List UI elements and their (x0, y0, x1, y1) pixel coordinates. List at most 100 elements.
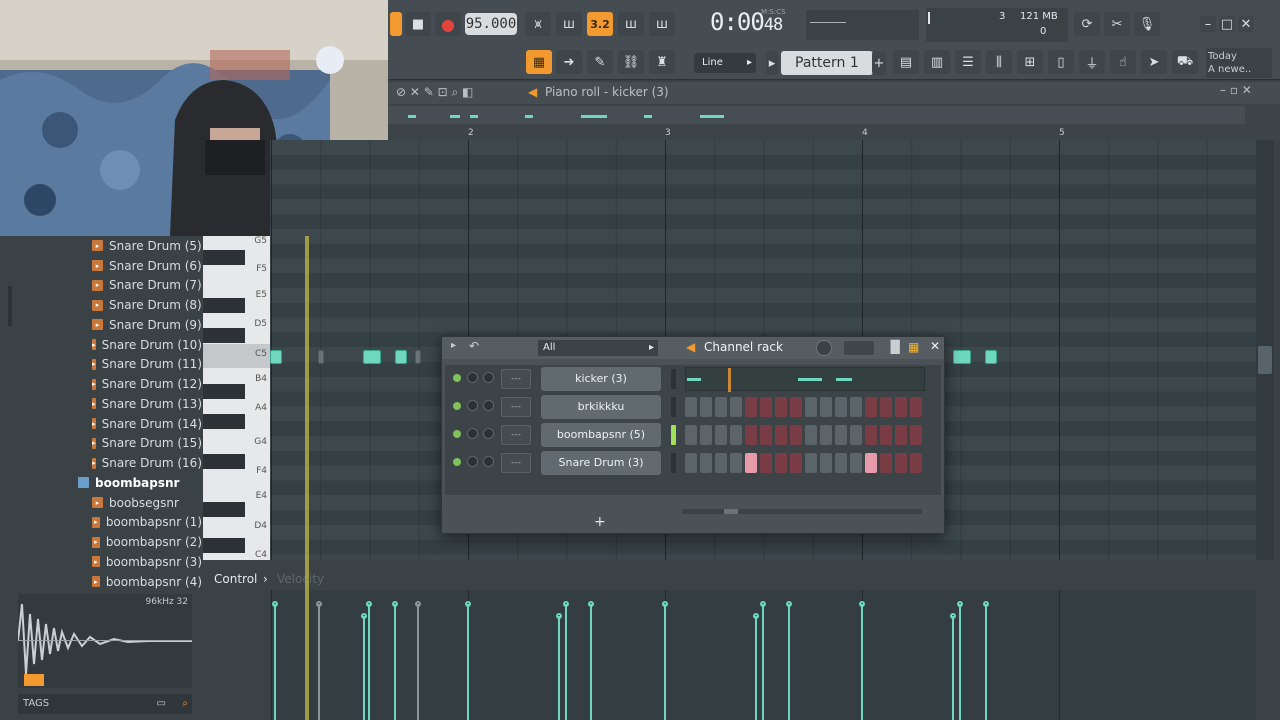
channel-rack-button[interactable]: ☰ (955, 50, 981, 74)
step-button[interactable] (730, 425, 742, 445)
channel-filter-select[interactable]: All ▸ (538, 340, 658, 356)
note[interactable] (395, 350, 407, 364)
note[interactable] (953, 350, 971, 364)
browser-file[interactable]: ▸ Snare Drum (8) (0, 295, 202, 315)
step-button[interactable] (730, 397, 742, 417)
browser-folder[interactable]: boombapsnr (0, 473, 202, 493)
cut-button[interactable]: ✂ (1104, 12, 1130, 36)
piano-roll-tool-button[interactable]: ▦ (526, 50, 552, 74)
step-button[interactable] (880, 425, 892, 445)
step-button[interactable] (700, 453, 712, 473)
step-button[interactable] (685, 453, 697, 473)
channel-mute-led[interactable] (453, 374, 461, 382)
velocity-bar[interactable] (361, 613, 367, 720)
close-icon[interactable]: ✕ (930, 339, 940, 353)
shop-button[interactable]: ⛟ (1172, 50, 1198, 74)
step-button[interactable] (745, 453, 757, 473)
pattern-selector[interactable]: Pattern 1 (781, 51, 873, 75)
step-button[interactable] (715, 453, 727, 473)
event-editor-header[interactable]: Control › Velocity (203, 566, 1280, 590)
black-key[interactable] (203, 298, 245, 313)
step-button[interactable] (790, 397, 802, 417)
add-pattern-button[interactable]: + (872, 51, 886, 75)
velocity-bar[interactable] (950, 613, 956, 720)
step-button[interactable] (835, 425, 847, 445)
velocity-bar[interactable] (272, 601, 278, 720)
mixer-track-box[interactable]: --- (501, 453, 531, 473)
step-button[interactable] (895, 425, 907, 445)
step-button[interactable] (805, 425, 817, 445)
velocity-bar[interactable] (859, 601, 865, 720)
browser-file[interactable]: ▸ Snare Drum (13) (0, 394, 202, 414)
waveform-preview[interactable]: 96kHz 32 (17, 594, 192, 688)
graph-icon[interactable]: ▐▌ (886, 340, 904, 354)
velocity-bar[interactable] (957, 601, 963, 720)
vertical-scrollbar[interactable] (1256, 140, 1274, 560)
note[interactable] (363, 350, 381, 364)
step-button[interactable] (715, 397, 727, 417)
step-button[interactable] (850, 397, 862, 417)
mixer-track-box[interactable]: --- (501, 425, 531, 445)
browser-file[interactable]: ▸ boombapsnr (1) (0, 513, 202, 533)
search-icon[interactable]: ⌕ (182, 694, 188, 714)
velocity-bar[interactable] (786, 601, 792, 720)
metronome-button[interactable]: ⩙ (525, 12, 551, 36)
channel-volume-knob[interactable] (483, 400, 494, 411)
black-key[interactable] (203, 414, 245, 429)
loop-record-button[interactable]: ш (649, 12, 675, 36)
step-button[interactable] (850, 425, 862, 445)
undo-history-button[interactable]: ⟳ (1074, 12, 1100, 36)
step-button[interactable] (865, 453, 877, 473)
browser-file[interactable]: ▸ boombapsnr (4) (0, 572, 202, 592)
browser-file[interactable]: ▸ boombapsnr (3) (0, 552, 202, 572)
record-button[interactable]: ● (435, 12, 461, 36)
swing-knob[interactable] (816, 340, 832, 356)
browser-file[interactable]: ▸ Snare Drum (7) (0, 276, 202, 296)
channel-name-button[interactable]: brkikkku (541, 395, 661, 419)
step-button[interactable] (910, 397, 922, 417)
channel-select-indicator[interactable] (671, 397, 676, 417)
channel-volume-knob[interactable] (483, 456, 494, 467)
step-button[interactable] (835, 397, 847, 417)
browser-button[interactable]: ⊞ (1017, 50, 1043, 74)
channel-mute-led[interactable] (453, 430, 461, 438)
velocity-bar[interactable] (662, 601, 668, 720)
help-button[interactable]: ➤ (1141, 50, 1167, 74)
mixer-button[interactable]: ⫼ (986, 50, 1012, 74)
channel-name-button[interactable]: kicker (3) (541, 367, 661, 391)
channel-select-indicator[interactable] (671, 369, 676, 389)
channel-pan-knob[interactable] (467, 400, 478, 411)
arrow-button[interactable]: ➜ (556, 50, 582, 74)
step-button[interactable] (745, 425, 757, 445)
step-button[interactable] (805, 397, 817, 417)
velocity-bar[interactable] (392, 601, 398, 720)
piano-roll-ruler[interactable]: 2 3 4 5 (388, 104, 1280, 140)
playlist-button[interactable]: ▤ (893, 50, 919, 74)
news-panel[interactable]: Today A newe.. (1206, 48, 1272, 78)
close-button[interactable]: ✕ (1238, 16, 1254, 32)
velocity-bar[interactable] (753, 613, 759, 720)
browser-file[interactable]: ▸ Snare Drum (9) (0, 315, 202, 335)
pattern-prev-button[interactable]: ▸ (766, 51, 778, 75)
step-button[interactable] (820, 397, 832, 417)
step-button[interactable] (835, 453, 847, 473)
countdown-button[interactable]: 3.2 (587, 12, 613, 36)
velocity-bar[interactable] (588, 601, 594, 720)
step-button[interactable] (805, 453, 817, 473)
velocity-lane[interactable] (270, 590, 1256, 720)
step-button[interactable] (685, 397, 697, 417)
step-button[interactable] (850, 453, 862, 473)
browser-file[interactable]: ▸ Snare Drum (10) (0, 335, 202, 355)
tempo-display[interactable]: 95.000 (465, 13, 517, 35)
step-button[interactable] (775, 453, 787, 473)
stop-button[interactable]: ■ (405, 12, 431, 36)
piano-keyboard[interactable]: G5 F5 E5 D5 C5 B4 A4 G4 F4 E4 D4 C4 (203, 236, 270, 560)
steps-icon[interactable]: ▦ (908, 340, 919, 354)
wait-record-button[interactable]: ш (556, 12, 582, 36)
playback-position-marker[interactable] (305, 236, 309, 720)
step-edit-button[interactable]: ш (618, 12, 644, 36)
step-button[interactable] (745, 397, 757, 417)
black-key[interactable] (203, 250, 245, 265)
browser-file[interactable]: ▸ Snare Drum (6) (0, 256, 202, 276)
browser-file[interactable]: ▸ Snare Drum (5) (0, 236, 202, 256)
